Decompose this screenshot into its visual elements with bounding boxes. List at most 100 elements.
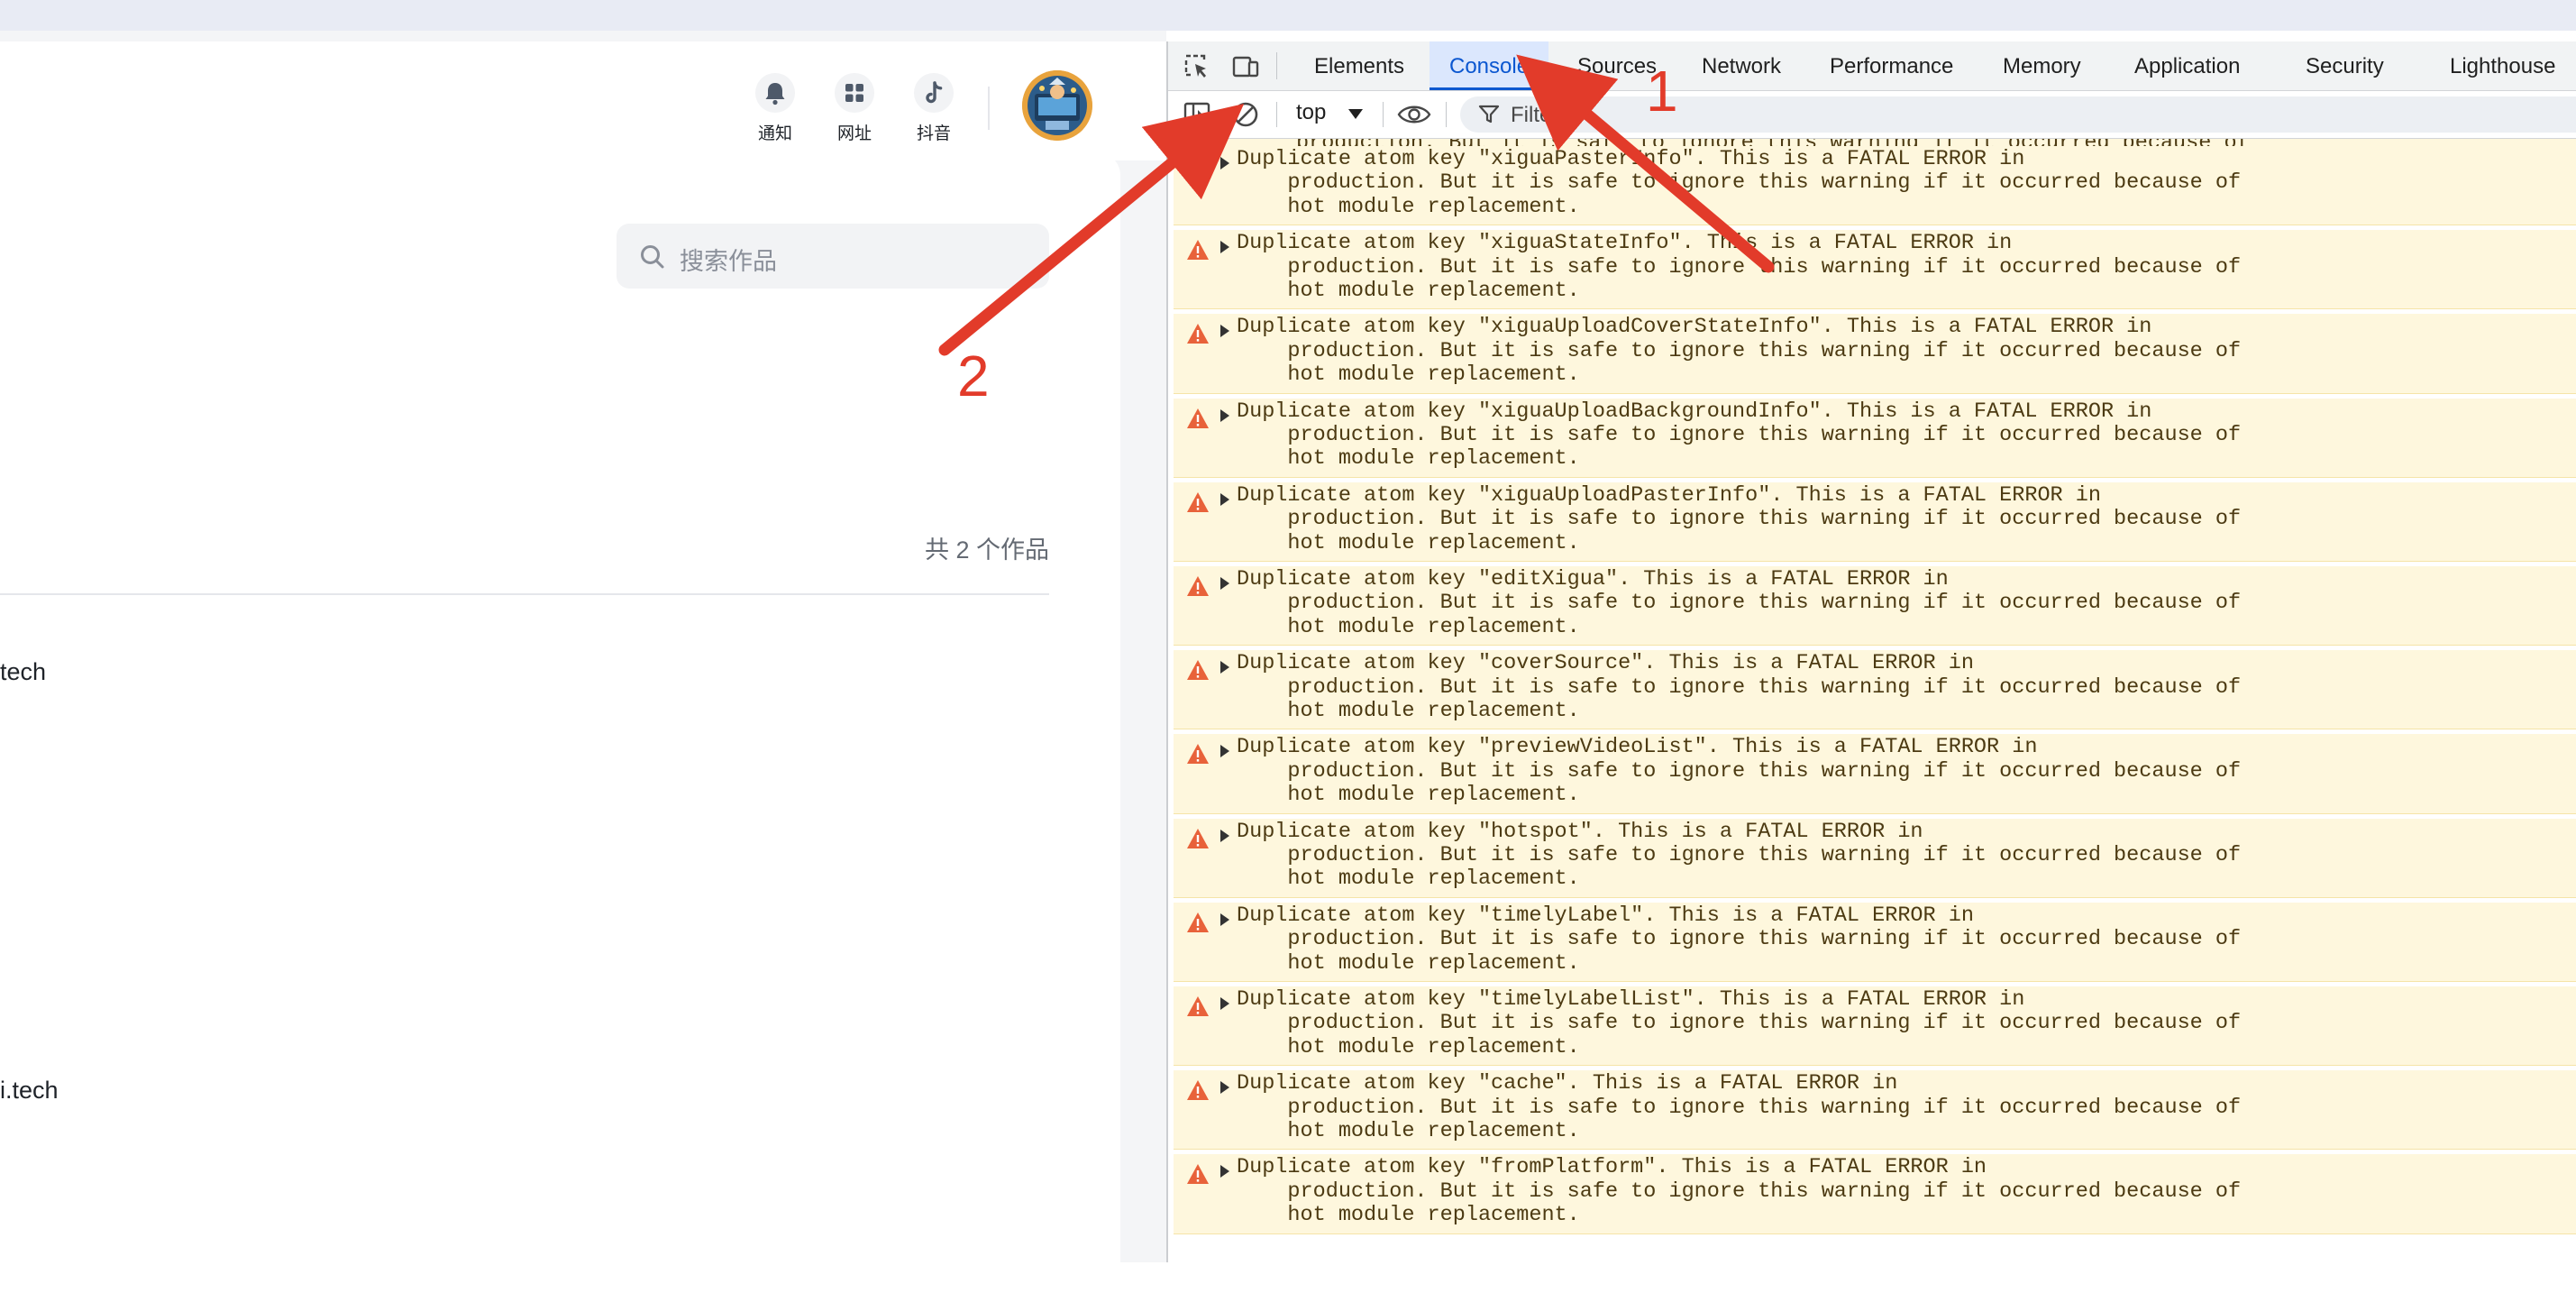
clear-console-icon[interactable] xyxy=(1231,100,1260,129)
expand-triangle-icon[interactable] xyxy=(1220,997,1229,1010)
tab-network[interactable]: Network xyxy=(1682,41,1801,90)
search-icon xyxy=(641,245,664,269)
devtools-panel: Elements Console Sources Network Perform… xyxy=(1166,41,2576,1262)
warning-text: Duplicate atom key "xiguaUploadCoverStat… xyxy=(1237,315,2242,388)
expand-triangle-icon[interactable] xyxy=(1220,1165,1229,1178)
tab-separator xyxy=(1276,52,1277,79)
console-warning[interactable]: Duplicate atom key "xiguaUploadPasterInf… xyxy=(1174,481,2576,562)
context-selector[interactable]: top xyxy=(1296,100,1326,125)
sidebar-toggle-icon[interactable] xyxy=(1183,100,1211,129)
warning-icon xyxy=(1187,576,1209,596)
warning-icon xyxy=(1187,744,1209,765)
console-warning[interactable]: Duplicate atom key "cache". This is a FA… xyxy=(1174,1070,2576,1151)
expand-triangle-icon[interactable] xyxy=(1220,408,1229,422)
warning-icon xyxy=(1187,324,1209,344)
expand-triangle-icon[interactable] xyxy=(1220,745,1229,758)
content-card xyxy=(0,153,1120,1293)
warning-text: Duplicate atom key "hotspot". This is a … xyxy=(1237,819,2242,892)
console-warning[interactable]: Duplicate atom key "xiguaStateInfo". Thi… xyxy=(1174,230,2576,310)
expand-triangle-icon[interactable] xyxy=(1220,492,1229,506)
warning-text: Duplicate atom key "coverSource". This i… xyxy=(1237,651,2242,723)
warning-icon xyxy=(1187,660,1209,681)
web-page: 通知 网址 抖音 xyxy=(0,31,1166,1293)
sites-button[interactable]: 网址 xyxy=(827,73,882,144)
warning-text: Duplicate atom key "previewVideoList". T… xyxy=(1237,735,2242,808)
console-warning[interactable]: Duplicate atom key "timelyLabelList". Th… xyxy=(1174,986,2576,1067)
warning-icon xyxy=(1187,240,1209,261)
filter-label: Filter xyxy=(1511,103,1559,127)
context-dropdown-icon[interactable] xyxy=(1348,109,1363,119)
live-expression-eye-icon[interactable] xyxy=(1397,100,1431,129)
warning-icon xyxy=(1187,1164,1209,1185)
warning-text: Duplicate atom key "editXigua". This is … xyxy=(1237,567,2242,639)
toolbar-separator xyxy=(1446,102,1447,127)
warning-text: Duplicate atom key "timelyLabelList". Th… xyxy=(1237,987,2242,1059)
expand-triangle-icon[interactable] xyxy=(1220,1081,1229,1095)
warning-icon xyxy=(1187,1080,1209,1101)
console-warning[interactable]: Duplicate atom key "hotspot". This is a … xyxy=(1174,818,2576,898)
toolbar-separator xyxy=(1276,102,1277,127)
notification-button[interactable]: 通知 xyxy=(748,73,802,144)
page-header: 通知 网址 抖音 xyxy=(0,41,1166,160)
console-warning[interactable]: Duplicate atom key "xiguaPasterInfo". Th… xyxy=(1174,146,2576,226)
warning-text: Duplicate atom key "xiguaUploadPasterInf… xyxy=(1237,482,2242,555)
expand-triangle-icon[interactable] xyxy=(1220,157,1229,170)
warning-text: Duplicate atom key "xiguaPasterInfo". Th… xyxy=(1237,147,2242,219)
filter-icon xyxy=(1478,105,1500,124)
console-toolbar: top Filter xyxy=(1168,91,2576,139)
header-divider xyxy=(988,87,990,130)
works-count: 共 2 个作品 xyxy=(924,536,1049,564)
warning-text: Duplicate atom key "cache". This is a FA… xyxy=(1237,1071,2242,1143)
console-warning[interactable]: Duplicate atom key "timelyLabel". This i… xyxy=(1174,902,2576,982)
devtools-tab-bar: Elements Console Sources Network Perform… xyxy=(1168,41,2576,91)
expand-triangle-icon[interactable] xyxy=(1220,912,1229,926)
notification-label: 通知 xyxy=(757,124,792,143)
douyin-label: 抖音 xyxy=(916,124,951,143)
console-warning[interactable]: Duplicate atom key "editXigua". This is … xyxy=(1174,566,2576,646)
inspect-element-icon[interactable] xyxy=(1183,52,1211,81)
expand-triangle-icon[interactable] xyxy=(1220,661,1229,674)
search-placeholder: 搜索作品 xyxy=(680,248,777,275)
warning-icon xyxy=(1187,828,1209,848)
warning-icon xyxy=(1187,156,1209,176)
warning-icon xyxy=(1187,912,1209,932)
search-input[interactable]: 搜索作品 xyxy=(617,224,1049,289)
console-warning[interactable]: Duplicate atom key "xiguaUploadCoverStat… xyxy=(1174,314,2576,394)
console-warning[interactable]: Duplicate atom key "coverSource". This i… xyxy=(1174,650,2576,730)
tab-elements[interactable]: Elements xyxy=(1294,41,1424,90)
bell-icon xyxy=(755,73,795,113)
warning-text: Duplicate atom key "xiguaUploadBackgroun… xyxy=(1237,399,2242,472)
tab-lighthouse[interactable]: Lighthouse xyxy=(2430,41,2575,90)
tab-memory[interactable]: Memory xyxy=(1983,41,2101,90)
expand-triangle-icon[interactable] xyxy=(1220,325,1229,338)
expand-triangle-icon[interactable] xyxy=(1220,241,1229,254)
console-messages: production. But it is safe to ignore thi… xyxy=(1168,139,2576,1262)
warning-icon xyxy=(1187,491,1209,512)
warning-icon xyxy=(1187,408,1209,428)
list-item[interactable]: tech xyxy=(0,658,46,686)
list-divider xyxy=(0,593,1049,595)
douyin-button[interactable]: 抖音 xyxy=(907,73,961,144)
tiktok-icon xyxy=(914,73,954,113)
console-warning[interactable]: Duplicate atom key "xiguaUploadBackgroun… xyxy=(1174,398,2576,478)
warning-text: Duplicate atom key "xiguaStateInfo". Thi… xyxy=(1237,231,2242,303)
annotation-label-1: 1 xyxy=(1646,59,1678,124)
filter-input[interactable]: Filter xyxy=(1460,96,2576,133)
console-warning[interactable]: Duplicate atom key "previewVideoList". T… xyxy=(1174,734,2576,814)
tab-console[interactable]: Console xyxy=(1430,41,1549,90)
toolbar-separator xyxy=(1383,102,1384,127)
sites-label: 网址 xyxy=(836,124,872,143)
expand-triangle-icon[interactable] xyxy=(1220,829,1229,842)
warning-text: Duplicate atom key "fromPlatform". This … xyxy=(1237,1155,2242,1228)
list-item[interactable]: i.tech xyxy=(0,1077,59,1105)
expand-triangle-icon[interactable] xyxy=(1220,577,1229,590)
tab-application[interactable]: Application xyxy=(2115,41,2260,90)
avatar[interactable] xyxy=(1022,70,1092,141)
annotation-label-2: 2 xyxy=(957,344,990,408)
device-toolbar-icon[interactable] xyxy=(1231,52,1260,81)
browser-top-strip xyxy=(0,0,2576,31)
warning-icon xyxy=(1187,996,1209,1016)
tab-security[interactable]: Security xyxy=(2286,41,2404,90)
tab-performance[interactable]: Performance xyxy=(1810,41,1973,90)
console-warning[interactable]: Duplicate atom key "fromPlatform". This … xyxy=(1174,1154,2576,1234)
